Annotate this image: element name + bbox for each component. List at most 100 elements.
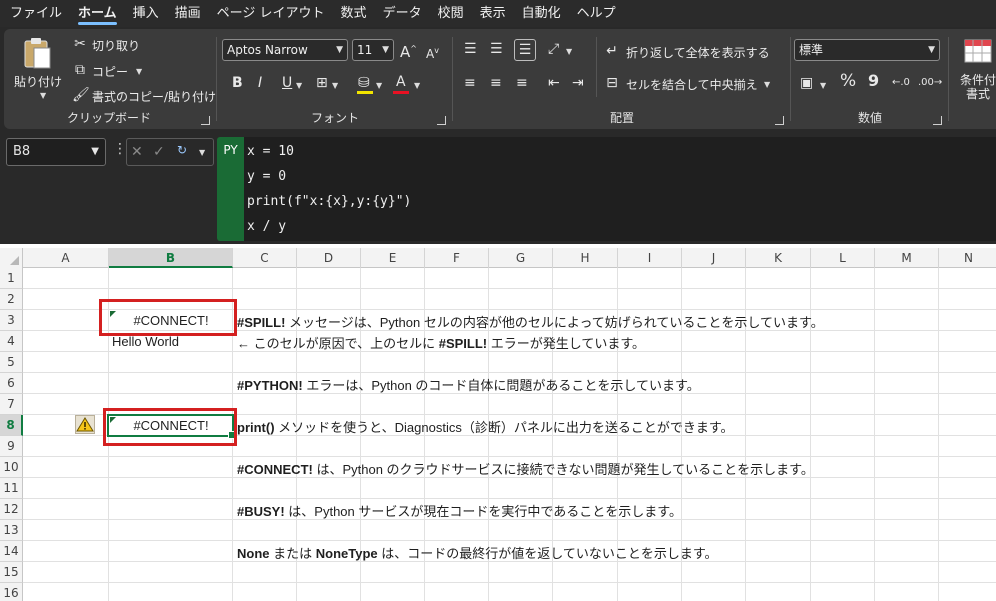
percent-button[interactable]: % xyxy=(840,73,856,90)
menu-automate[interactable]: 自動化 xyxy=(514,0,569,27)
align-top-icon[interactable]: ☰ xyxy=(464,41,477,57)
align-middle-icon[interactable]: ☰ xyxy=(490,41,503,57)
grow-font-icon[interactable]: A^ xyxy=(400,41,417,60)
clipboard-launcher-icon[interactable] xyxy=(201,116,210,125)
cell-c6[interactable]: #PYTHON! エラーは、Python のコード自体に問題があることを示してい… xyxy=(237,375,700,394)
cell-c8[interactable]: print() メソッドを使うと、Diagnostics（診断）パネルに出力を送… xyxy=(237,417,734,436)
font-color-icon[interactable]: A xyxy=(396,74,406,90)
column-header-m[interactable]: M xyxy=(875,248,939,268)
cell-c12[interactable]: #BUSY! は、Python サービスが現在コードを実行中であることを示します… xyxy=(237,501,682,520)
comma-style-button[interactable]: 9 xyxy=(868,73,879,89)
italic-button[interactable]: I xyxy=(258,75,262,91)
orientation-dropdown-icon[interactable]: ▼ xyxy=(566,47,572,56)
merge-dropdown-icon[interactable]: ▼ xyxy=(764,80,770,89)
font-color-dropdown-icon[interactable]: ▼ xyxy=(414,81,420,90)
worksheet-grid[interactable]: A B C D E F G H I J K L M N 1 2 3 4 5 6 … xyxy=(0,248,996,601)
row-header-13[interactable]: 13 xyxy=(0,520,23,541)
copy-dropdown-icon[interactable]: ▼ xyxy=(136,67,142,76)
row-header-15[interactable]: 15 xyxy=(0,562,23,583)
format-painter-button[interactable]: 🖌 書式のコピー/貼り付け xyxy=(72,86,216,106)
menu-page-layout[interactable]: ページ レイアウト xyxy=(209,0,333,27)
number-launcher-icon[interactable] xyxy=(933,116,942,125)
menu-draw[interactable]: 描画 xyxy=(167,0,209,27)
column-header-g[interactable]: G xyxy=(489,248,553,268)
conditional-formatting-button[interactable]: 条件付き 書式 xyxy=(952,35,996,105)
column-header-l[interactable]: L xyxy=(811,248,875,268)
orientation-icon[interactable]: ⤢ xyxy=(548,41,559,57)
python-code-editor[interactable]: x = 10 y = 0 print(f"x:{x},y:{y}") x / y xyxy=(244,137,996,241)
row-header-5[interactable]: 5 xyxy=(0,352,23,373)
column-header-i[interactable]: I xyxy=(618,248,682,268)
cell-c10[interactable]: #CONNECT! は、Python のクラウドサービスに接続できない問題が発生… xyxy=(237,459,814,478)
column-header-h[interactable]: H xyxy=(553,248,618,268)
column-header-d[interactable]: D xyxy=(297,248,361,268)
row-header-1[interactable]: 1 xyxy=(0,268,23,289)
align-left-icon[interactable]: ≡ xyxy=(464,75,476,91)
name-box-dropdown-icon[interactable]: ▼ xyxy=(91,139,99,165)
fill-color-dropdown-icon[interactable]: ▼ xyxy=(376,81,382,90)
select-all-corner[interactable] xyxy=(0,248,23,268)
cell-c14[interactable]: None または NoneType は、コードの最終行が値を返していないことを示… xyxy=(237,543,718,562)
column-header-f[interactable]: F xyxy=(425,248,489,268)
paste-dropdown-icon[interactable]: ▼ xyxy=(40,91,46,100)
error-warning-icon[interactable] xyxy=(75,415,95,434)
menu-formulas[interactable]: 数式 xyxy=(333,0,375,27)
row-header-10[interactable]: 10 xyxy=(0,457,23,478)
menu-home[interactable]: ホーム xyxy=(70,0,125,27)
alignment-launcher-icon[interactable] xyxy=(775,116,784,125)
paste-button[interactable]: 貼り付け ▼ xyxy=(10,33,62,103)
menu-file[interactable]: ファイル xyxy=(2,0,70,27)
row-header-12[interactable]: 12 xyxy=(0,499,23,520)
menu-view[interactable]: 表示 xyxy=(472,0,514,27)
font-launcher-icon[interactable] xyxy=(437,116,446,125)
column-header-c[interactable]: C xyxy=(233,248,297,268)
row-header-6[interactable]: 6 xyxy=(0,373,23,394)
row-header-16[interactable]: 16 xyxy=(0,583,23,601)
column-header-b[interactable]: B xyxy=(109,248,233,268)
row-header-14[interactable]: 14 xyxy=(0,541,23,562)
underline-button[interactable]: U xyxy=(282,75,292,91)
align-right-icon[interactable]: ≡ xyxy=(516,75,528,91)
menu-data[interactable]: データ xyxy=(375,0,430,27)
increase-decimal-icon[interactable]: ←.0 xyxy=(892,75,910,91)
menu-review[interactable]: 校閲 xyxy=(430,0,472,27)
formula-bar-more-icon[interactable]: ⋮ xyxy=(113,141,127,157)
align-bottom-icon[interactable]: ☰ xyxy=(514,39,536,61)
name-box[interactable]: B8 ▼ xyxy=(6,138,106,166)
underline-dropdown-icon[interactable]: ▼ xyxy=(296,81,302,90)
font-name-select[interactable]: Aptos Narrow ▼ xyxy=(222,39,348,61)
column-header-n[interactable]: N xyxy=(939,248,996,268)
menu-insert[interactable]: 挿入 xyxy=(125,0,167,27)
cell-c3[interactable]: #SPILL! メッセージは、Python セルの内容が他のセルによって妨げられ… xyxy=(237,312,824,331)
enter-icon[interactable]: ✓ xyxy=(153,144,165,160)
row-header-4[interactable]: 4 xyxy=(0,331,23,352)
bold-button[interactable]: B xyxy=(232,75,243,91)
shrink-font-icon[interactable]: Av xyxy=(426,43,439,62)
row-header-8[interactable]: 8 xyxy=(0,415,23,436)
cancel-icon[interactable]: ✕ xyxy=(131,144,143,160)
row-header-11[interactable]: 11 xyxy=(0,478,23,499)
row-header-7[interactable]: 7 xyxy=(0,394,23,415)
row-header-9[interactable]: 9 xyxy=(0,436,23,457)
wrap-text-button[interactable]: ↵ 折り返して全体を表示する xyxy=(604,41,784,61)
cell-b4[interactable]: Hello World xyxy=(112,334,179,349)
number-format-select[interactable]: 標準 ▼ xyxy=(794,39,940,61)
borders-dropdown-icon[interactable]: ▼ xyxy=(332,81,338,90)
decrease-decimal-icon[interactable]: .00→ xyxy=(918,75,942,91)
cell-c4[interactable]: ← このセルが原因で、上のセルに #SPILL! エラーが発生しています。 xyxy=(237,333,645,352)
decrease-indent-icon[interactable]: ⇤ xyxy=(548,75,560,91)
align-center-icon[interactable]: ≡ xyxy=(490,75,502,91)
column-header-j[interactable]: J xyxy=(682,248,746,268)
formula-actions-dropdown-icon[interactable]: ▼ xyxy=(199,148,205,157)
row-header-3[interactable]: 3 xyxy=(0,310,23,331)
copy-button[interactable]: ⧉ コピー ▼ xyxy=(72,61,172,81)
row-header-2[interactable]: 2 xyxy=(0,289,23,310)
python-object-icon[interactable]: ↻ xyxy=(177,142,187,158)
cut-button[interactable]: ✂ 切り取り xyxy=(72,35,172,55)
increase-indent-icon[interactable]: ⇥ xyxy=(572,75,584,91)
font-size-select[interactable]: 11 ▼ xyxy=(352,39,394,61)
borders-icon[interactable]: ⊞ xyxy=(316,75,328,91)
column-header-e[interactable]: E xyxy=(361,248,425,268)
fill-color-icon[interactable]: ⛁ xyxy=(358,75,370,91)
column-header-a[interactable]: A xyxy=(23,248,109,268)
